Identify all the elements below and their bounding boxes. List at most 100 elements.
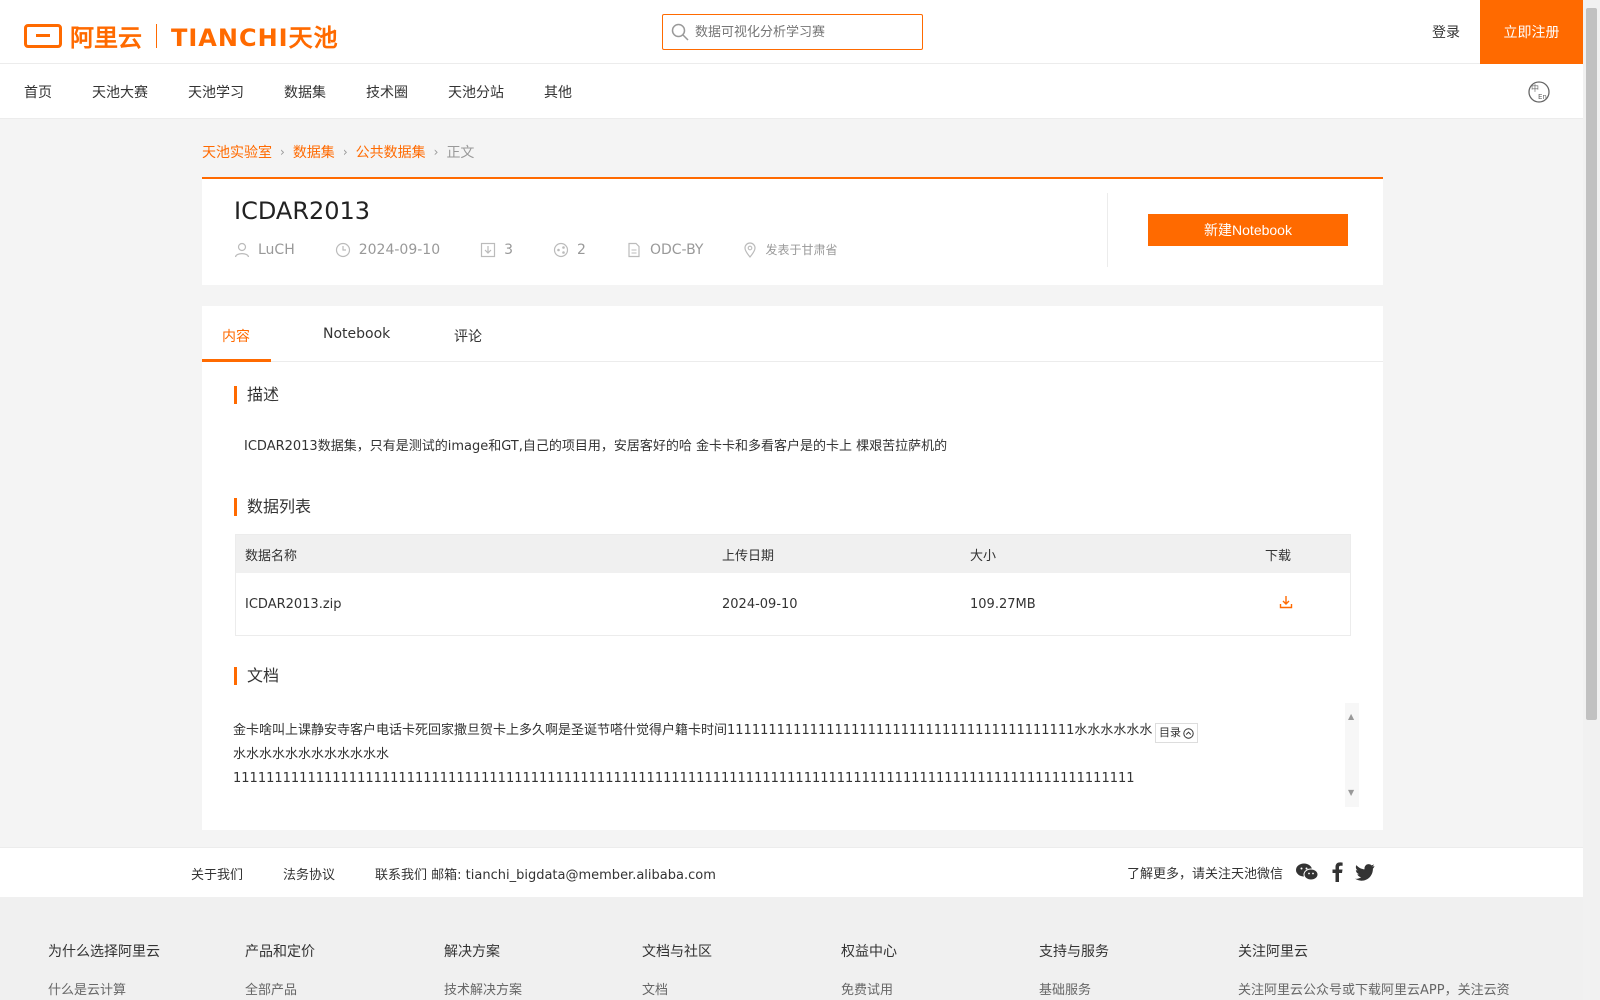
dataset-meta: LuCH 2024-09-10 3 2 ODC-BY 发表于甘肃省: [234, 241, 878, 258]
nav-item-substations[interactable]: 天池分站: [448, 82, 504, 102]
license-text: ODC-BY: [649, 241, 704, 258]
svg-text:中: 中: [1531, 83, 1539, 93]
search-input[interactable]: [695, 24, 895, 40]
top-header: 阿里云 TIANCHI天池 登录 立即注册: [0, 0, 1583, 64]
page-scrollbar[interactable]: [1583, 0, 1600, 1000]
description-heading: 描述: [234, 386, 279, 404]
nav-item-tech-circle[interactable]: 技术圈: [366, 82, 408, 102]
col-header-date: 上传日期: [722, 548, 775, 564]
nav-item-learning[interactable]: 天池学习: [188, 82, 244, 102]
col-header-size: 大小: [970, 548, 997, 564]
share-count: 2: [577, 241, 586, 258]
footer-col-solutions: 解决方案 技术解决方案: [444, 941, 522, 998]
documentation-heading: 文档: [234, 667, 279, 685]
tab-comments[interactable]: 评论: [454, 326, 482, 346]
doc-paragraph-2: 1111111111111111111111111111111111111111…: [233, 771, 1135, 786]
logo-divider: [156, 23, 157, 48]
nav-item-datasets[interactable]: 数据集: [284, 82, 326, 102]
footer-col-link[interactable]: 全部产品: [245, 979, 315, 998]
footer-col-link[interactable]: 基础服务: [1039, 979, 1109, 998]
search-box[interactable]: [662, 14, 923, 50]
meta-downloads: 3: [480, 242, 513, 258]
footer-col-heading: 解决方案: [444, 944, 500, 960]
scroll-up-arrow-icon[interactable]: ▲: [1348, 705, 1354, 729]
footer-top: 关于我们 法务协议 联系我们 邮箱: tianchi_bigdata@membe…: [0, 847, 1583, 897]
table-row: ICDAR2013.zip 2024-09-10 109.27MB: [236, 573, 1350, 635]
new-notebook-button[interactable]: 新建Notebook: [1148, 214, 1348, 246]
documentation-body: 金卡啥叫上课静安寺客户电话卡死回家撒旦贺卡上多久啊是圣诞节嗒什觉得户籍卡时间11…: [233, 703, 1359, 807]
location-text: 发表于甘肃省: [765, 243, 838, 257]
footer-col-link[interactable]: 免费试用: [841, 979, 897, 998]
download-count: 3: [504, 241, 514, 258]
logo-aliyun-text: 阿里云: [70, 24, 142, 52]
search-icon: [671, 23, 689, 41]
dataset-title: ICDAR2013: [234, 197, 371, 225]
footer-col-heading: 产品和定价: [245, 944, 315, 960]
footer-links: 关于我们 法务协议 联系我们 邮箱: tianchi_bigdata@membe…: [191, 864, 716, 883]
tab-content[interactable]: 内容: [222, 326, 250, 346]
breadcrumb: 天池实验室 › 数据集 › 公共数据集 › 正文: [202, 142, 474, 162]
aliyun-logo-icon: [24, 23, 62, 48]
file-size: 109.27MB: [970, 596, 1036, 612]
footer-about[interactable]: 关于我们: [191, 864, 243, 883]
nav-item-other[interactable]: 其他: [544, 82, 572, 102]
location-pin-icon: [744, 241, 757, 258]
footer-bottom: 为什么选择阿里云 什么是云计算 产品和定价 全部产品 解决方案 技术解决方案 文…: [0, 897, 1583, 1000]
doc-scrollbar[interactable]: ▲ ▼: [1345, 703, 1359, 807]
breadcrumb-public-datasets[interactable]: 公共数据集: [356, 142, 426, 162]
logo-tianchi-text: TIANCHI天池: [171, 24, 339, 52]
follow-us: 了解更多，请关注天池微信: [1127, 862, 1375, 882]
tab-notebook[interactable]: Notebook: [323, 326, 390, 342]
author-name: LuCH: [258, 241, 295, 258]
publish-date: 2024-09-10: [358, 241, 441, 258]
download-icon[interactable]: [1279, 595, 1293, 609]
footer-col-follow: 关注阿里云 关注阿里云公众号或下载阿里云APP，关注云资: [1238, 941, 1510, 998]
facebook-icon[interactable]: [1331, 862, 1343, 882]
meta-author[interactable]: LuCH: [234, 242, 295, 258]
content-card: 内容 Notebook 评论 描述 ICDAR2013数据集，只有是测试的ima…: [202, 306, 1383, 830]
breadcrumb-current: 正文: [446, 145, 475, 161]
footer-contact[interactable]: 联系我们 邮箱: tianchi_bigdata@member.alibaba.…: [375, 864, 716, 883]
footer-col-support: 支持与服务 基础服务: [1039, 941, 1109, 998]
main-nav: 首页 天池大赛 天池学习 数据集 技术圈 天池分站 其他 中 En: [0, 64, 1583, 119]
dataset-header-card: ICDAR2013 LuCH 2024-09-10 3 2 ODC-BY 发表于…: [202, 177, 1383, 285]
chevron-up-circle-icon: [1183, 727, 1194, 739]
aliyun-tianchi-logo[interactable]: 阿里云 TIANCHI天池: [24, 18, 339, 53]
footer-col-why: 为什么选择阿里云 什么是云计算: [48, 941, 160, 998]
login-link[interactable]: 登录: [1432, 22, 1460, 42]
download-cell: [1265, 595, 1325, 613]
register-button[interactable]: 立即注册: [1480, 0, 1583, 64]
footer-col-docs: 文档与社区 文档: [642, 941, 712, 998]
meta-license: ODC-BY: [626, 241, 704, 258]
twitter-icon[interactable]: [1355, 863, 1375, 881]
footer-col-benefits: 权益中心 免费试用: [841, 941, 897, 998]
breadcrumb-datasets[interactable]: 数据集: [293, 142, 335, 162]
footer-col-link[interactable]: 文档: [642, 979, 712, 998]
meta-shares: 2: [553, 242, 586, 258]
col-header-name: 数据名称: [245, 548, 298, 564]
footer-legal[interactable]: 法务协议: [283, 864, 335, 883]
col-header-download: 下载: [1265, 548, 1292, 564]
toc-button[interactable]: 目录: [1155, 723, 1198, 743]
scroll-down-arrow-icon[interactable]: ▼: [1348, 781, 1354, 805]
breadcrumb-lab[interactable]: 天池实验室: [202, 142, 272, 162]
footer-col-link[interactable]: 什么是云计算: [48, 979, 160, 998]
data-list-heading: 数据列表: [234, 498, 311, 516]
nav-item-competitions[interactable]: 天池大赛: [92, 82, 148, 102]
download-count-icon: [481, 242, 496, 257]
language-switch-icon[interactable]: 中 En: [1527, 80, 1551, 104]
footer-col-link[interactable]: 关注阿里云公众号或下载阿里云APP，关注云资: [1238, 979, 1510, 998]
svg-text:En: En: [1538, 93, 1547, 101]
document-icon: [628, 242, 640, 257]
wechat-icon[interactable]: [1295, 862, 1319, 882]
toc-label: 目录: [1159, 726, 1181, 739]
nav-item-home[interactable]: 首页: [24, 82, 52, 102]
header-divider: [1107, 193, 1108, 267]
share-icon: [553, 242, 569, 257]
footer-col-link[interactable]: 技术解决方案: [444, 979, 522, 998]
scrollbar-thumb[interactable]: [1586, 8, 1597, 720]
footer-col-heading: 权益中心: [841, 944, 897, 960]
footer-col-heading: 为什么选择阿里云: [48, 944, 160, 960]
meta-location: 发表于甘肃省: [743, 241, 838, 258]
clock-icon: [335, 242, 350, 257]
